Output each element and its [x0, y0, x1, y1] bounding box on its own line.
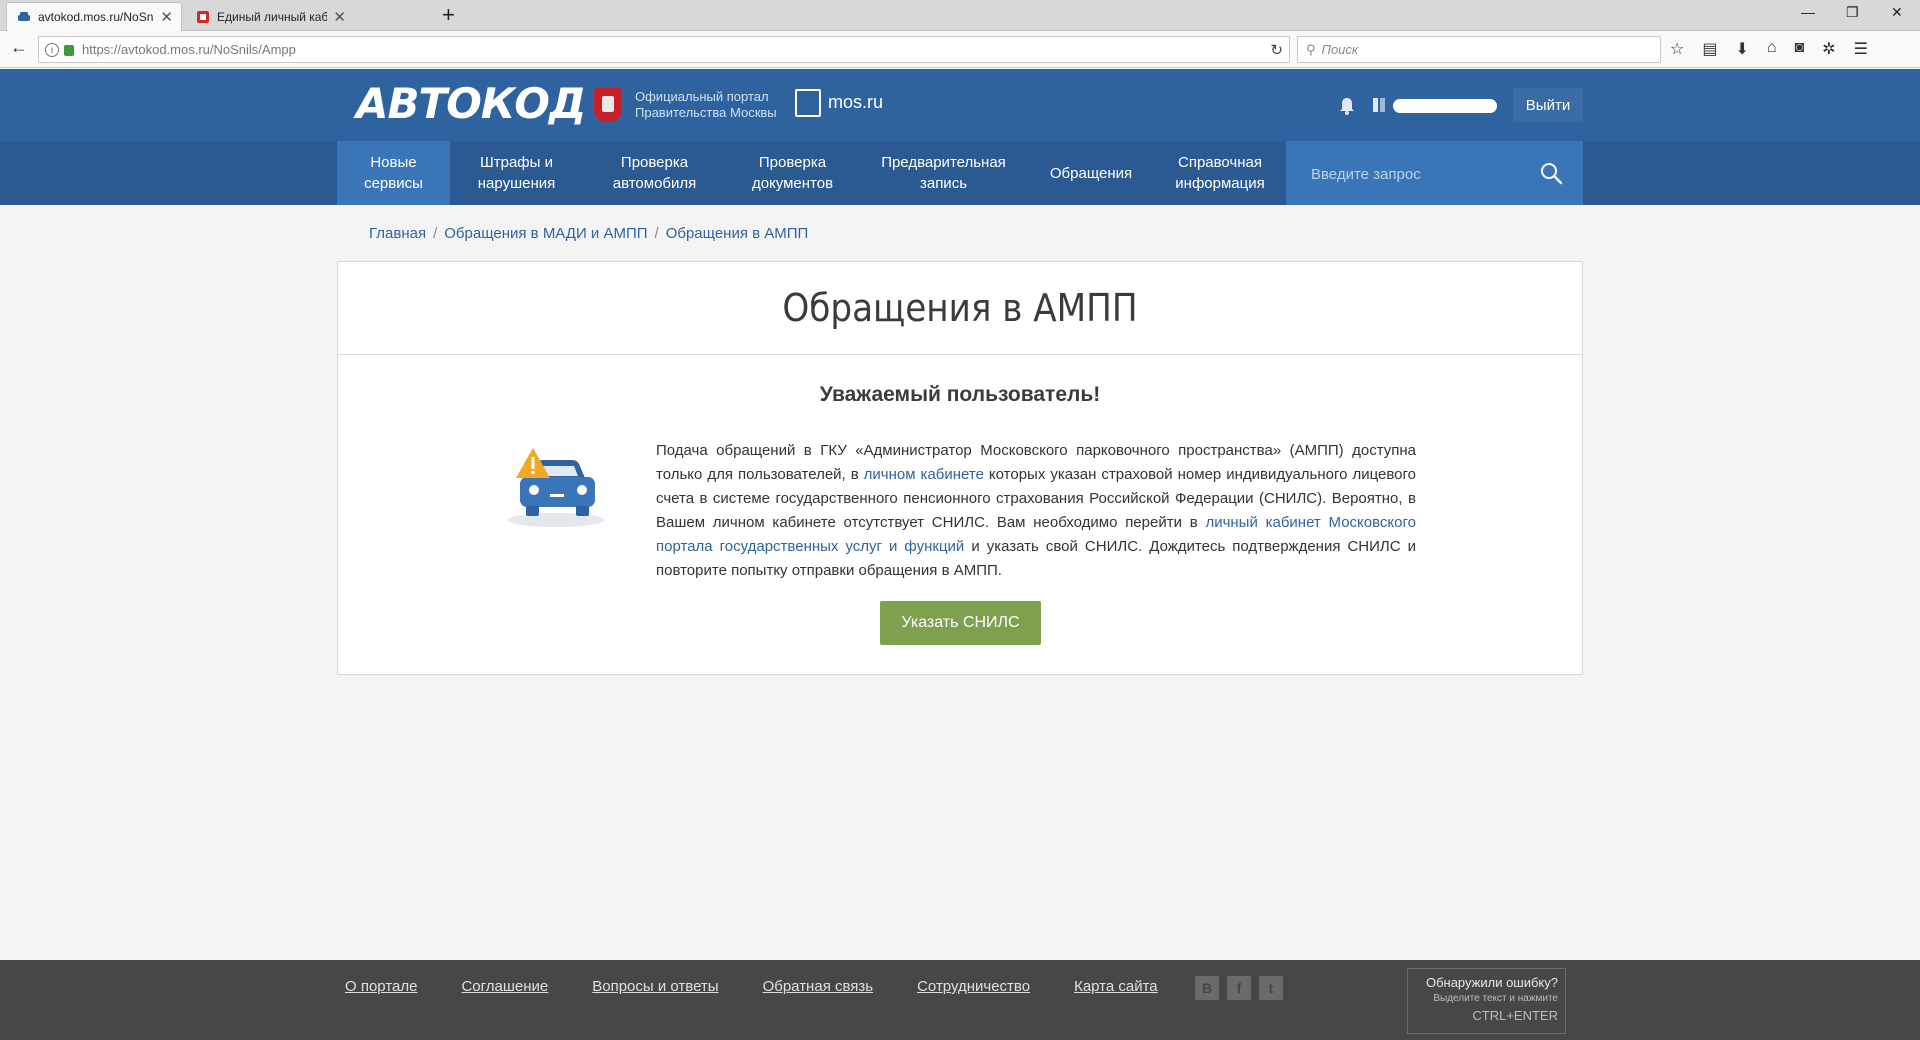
restore-icon[interactable]: ❐ — [1846, 4, 1859, 21]
browser-toolbar: ☆ ▤ ⬇ ⌂ ◙ ✲ ☰ — [1670, 39, 1868, 59]
facebook-icon[interactable]: f — [1227, 976, 1251, 1000]
footer-link-faq[interactable]: Вопросы и ответы — [592, 978, 718, 995]
car-favicon-icon — [18, 12, 30, 21]
footer-link-cooperation[interactable]: Сотрудничество — [917, 978, 1030, 995]
tab-lk[interactable]: Единый личный кабинет ✕ — [186, 2, 354, 31]
nav-label: Новые — [370, 154, 417, 171]
breadcrumb-separator: / — [433, 225, 438, 242]
user-name-redacted[interactable] — [1393, 99, 1497, 113]
specify-snils-button[interactable]: Указать СНИЛС — [880, 601, 1041, 645]
download-icon[interactable]: ⬇ — [1735, 39, 1748, 59]
nav-label: информация — [1175, 175, 1265, 192]
tab-label: Единый личный кабинет — [217, 9, 328, 24]
tab-close-icon[interactable]: ✕ — [160, 8, 173, 26]
nav-label: Обращения — [1049, 164, 1133, 182]
error-title: Обнаружили ошибку? — [1425, 975, 1558, 990]
portal-line2: Правительства Москвы — [635, 105, 777, 120]
browser-search-placeholder: Поиск — [1321, 42, 1359, 57]
error-keys: CTRL+ENTER — [1472, 1008, 1558, 1023]
breadcrumb-ampp[interactable]: Обращения в АМПП — [666, 225, 809, 242]
breadcrumb-separator: / — [654, 225, 659, 242]
breadcrumb-home[interactable]: Главная — [369, 225, 426, 242]
nav-label: запись — [919, 175, 968, 192]
page-title: Обращения в АМПП — [338, 262, 1582, 355]
footer-links: О портале Соглашение Вопросы и ответы Об… — [345, 978, 1158, 995]
nav-label: автомобиля — [612, 175, 697, 192]
tab-label: avtokod.mos.ru/NoSnils/Ampp — [38, 10, 155, 24]
user-icon[interactable] — [1372, 97, 1386, 113]
greeting-heading: Уважаемый пользователь! — [819, 383, 1101, 406]
mosru-logo-icon[interactable] — [795, 89, 821, 117]
nav-label: Штрафы и — [480, 154, 553, 171]
site-search — [1286, 141, 1583, 205]
footer-link-about[interactable]: О портале — [345, 978, 417, 995]
nav-label: сервисы — [364, 175, 423, 192]
footer-link-sitemap[interactable]: Карта сайта — [1074, 978, 1158, 995]
bookmark-star-icon[interactable]: ☆ — [1670, 39, 1684, 59]
content-card: Обращения в АМПП Уважаемый пользователь!… — [337, 261, 1583, 675]
back-arrow-icon[interactable]: ← — [10, 37, 28, 58]
info-icon[interactable]: i — [45, 42, 59, 57]
footer-link-agreement[interactable]: Соглашение — [461, 978, 548, 995]
portal-caption: Официальный портал Правительства Москвы — [635, 89, 777, 121]
avtokod-logo[interactable]: АВТОКОД — [356, 79, 586, 128]
new-tab-button[interactable]: + — [442, 4, 455, 26]
url-text: https://avtokod.mos.ru/NoSnils/Ampp — [82, 42, 296, 57]
nav-vehicle-check[interactable]: Проверка автомобиля — [583, 141, 726, 205]
nav-fines[interactable]: Штрафы и нарушения — [450, 141, 583, 205]
nav-label: Справочная — [1177, 154, 1263, 171]
personal-cabinet-link[interactable]: личном кабинете — [864, 466, 984, 483]
reload-icon[interactable]: ↻ — [1270, 41, 1283, 59]
reading-list-icon[interactable]: ▤ — [1702, 39, 1717, 59]
nav-new-services[interactable]: Новые сервисы — [337, 141, 450, 205]
browser-tabbar: avtokod.mos.ru/NoSnils/Ampp ✕ Единый лич… — [0, 0, 1920, 31]
footer-link-feedback[interactable]: Обратная связь — [763, 978, 874, 995]
footer: О портале Соглашение Вопросы и ответы Об… — [0, 960, 1920, 1040]
nav-label: нарушения — [477, 175, 556, 192]
nav-label: документов — [751, 175, 834, 192]
search-icon: ⚲ — [1306, 41, 1316, 57]
car-warning-icon — [508, 448, 604, 527]
mosru-link[interactable]: mos.ru — [828, 92, 883, 113]
report-error-box: Обнаружили ошибку? Выделите текст и нажм… — [1407, 968, 1566, 1034]
breadcrumb: Главная / Обращения в МАДИ и АМПП / Обра… — [369, 225, 808, 242]
site-search-input[interactable] — [1311, 162, 1531, 186]
error-hint: Выделите текст и нажмите — [1433, 993, 1558, 1004]
pocket-icon[interactable]: ◙ — [1795, 39, 1805, 59]
main-nav: Новые сервисы Штрафы и нарушения Проверка а… — [0, 141, 1920, 205]
nav-appeals[interactable]: Обращения — [1028, 141, 1154, 205]
bell-icon[interactable] — [1337, 96, 1357, 116]
search-icon[interactable] — [1539, 161, 1563, 185]
address-bar[interactable]: i https://avtokod.mos.ru/NoSnils/Ampp ↻ — [38, 36, 1290, 63]
vk-icon[interactable]: В — [1195, 976, 1219, 1000]
tab-avtokod[interactable]: avtokod.mos.ru/NoSnils/Ampp ✕ — [6, 2, 182, 31]
nav-appointment[interactable]: Предварительная запись — [859, 141, 1028, 205]
red-favicon-icon — [197, 10, 209, 23]
nav-document-check[interactable]: Проверка документов — [726, 141, 859, 205]
moscow-coat-of-arms-icon — [594, 88, 622, 122]
breadcrumb-madi-ampp[interactable]: Обращения в МАДИ и АМПП — [444, 225, 647, 242]
browser-navbar: ← i https://avtokod.mos.ru/NoSnils/Ampp … — [0, 31, 1920, 68]
portal-line1: Официальный портал — [635, 89, 769, 104]
nav-label: Предварительная — [881, 154, 1006, 171]
tab-close-icon[interactable]: ✕ — [333, 8, 346, 26]
nav-label: Проверка — [620, 154, 689, 171]
nav-reference[interactable]: Справочная информация — [1154, 141, 1286, 205]
close-window-icon[interactable]: ✕ — [1891, 4, 1903, 21]
nav-label: Проверка — [758, 154, 827, 171]
twitter-icon[interactable]: t — [1259, 976, 1283, 1000]
site-header: АВТОКОД Официальный портал Правительства… — [0, 69, 1920, 141]
minimize-icon[interactable]: — — [1801, 4, 1815, 20]
logout-button[interactable]: Выйти — [1513, 88, 1583, 122]
message-text: Подача обращений в ГКУ «Администратор Мо… — [656, 439, 1416, 583]
browser-search-input[interactable]: ⚲ Поиск — [1297, 36, 1661, 63]
extension-icon[interactable]: ✲ — [1822, 39, 1835, 59]
menu-icon[interactable]: ☰ — [1854, 39, 1868, 59]
lock-icon — [64, 45, 74, 56]
home-icon[interactable]: ⌂ — [1767, 39, 1777, 59]
